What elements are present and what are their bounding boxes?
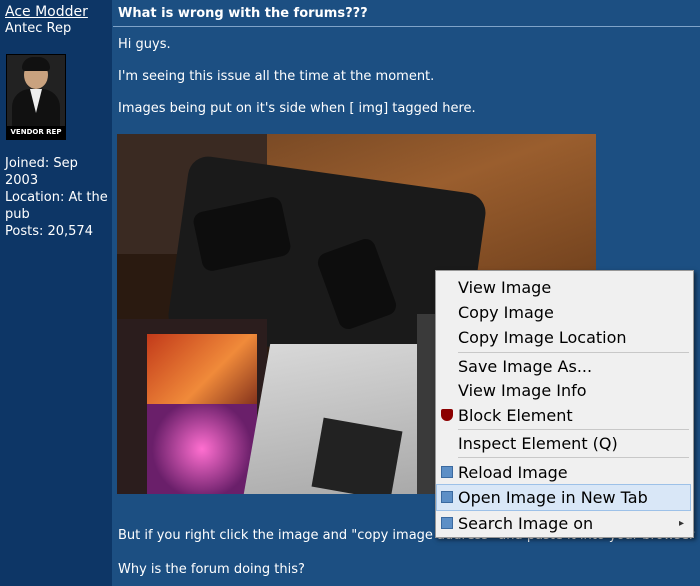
menu-item-view-image[interactable]: View Image	[437, 275, 690, 300]
avatar-hair	[22, 57, 50, 71]
post-title: What is wrong with the forums???	[118, 6, 368, 21]
image-icon	[441, 466, 453, 478]
author-name-link[interactable]: Ace Modder	[5, 4, 88, 20]
menu-item-label: Inspect Element (Q)	[458, 434, 618, 453]
joined-date: Joined: Sep 2003	[5, 156, 78, 188]
author-sidebar: Ace Modder Antec Rep VENDOR REP Joined: …	[0, 0, 112, 586]
author-stats: Joined: Sep 2003 Location: At the pub Po…	[5, 155, 109, 240]
location: Location: At the pub	[5, 190, 108, 222]
post-count: Posts: 20,574	[5, 224, 93, 239]
image-icon	[441, 491, 453, 503]
vendor-rep-badge: VENDOR REP	[7, 126, 65, 139]
post-paragraph: I'm seeing this issue all the time at th…	[118, 69, 435, 84]
menu-item-open-image-new-tab[interactable]: Open Image in New Tab	[436, 484, 691, 511]
post-paragraph: Hi guys.	[118, 37, 171, 52]
menu-item-inspect-element[interactable]: Inspect Element (Q)	[437, 431, 690, 456]
menu-item-reload-image[interactable]: Reload Image	[437, 460, 690, 485]
avatar[interactable]: VENDOR REP	[6, 54, 66, 140]
photo-keyboard	[311, 417, 403, 494]
menu-item-search-image-on[interactable]: Search Image on ▸	[437, 511, 690, 536]
menu-separator	[458, 429, 689, 430]
menu-item-label: Open Image in New Tab	[458, 488, 648, 507]
menu-item-view-image-info[interactable]: View Image Info	[437, 378, 690, 403]
photo-pink-glow	[147, 404, 257, 494]
menu-separator	[458, 352, 689, 353]
menu-item-block-element[interactable]: Block Element	[437, 403, 690, 428]
menu-item-label: Block Element	[458, 406, 573, 425]
menu-item-copy-image-location[interactable]: Copy Image Location	[437, 325, 690, 350]
title-divider	[113, 26, 700, 27]
menu-item-label: Save Image As...	[458, 357, 593, 376]
context-menu: View Image Copy Image Copy Image Locatio…	[435, 270, 694, 538]
menu-item-label: View Image Info	[458, 381, 587, 400]
menu-item-save-image-as[interactable]: Save Image As...	[437, 354, 690, 379]
menu-item-copy-image[interactable]: Copy Image	[437, 300, 690, 325]
author-title: Antec Rep	[5, 21, 72, 36]
menu-item-label: Copy Image	[458, 303, 554, 322]
submenu-arrow-icon: ▸	[678, 518, 684, 529]
post-paragraph: Why is the forum doing this?	[118, 562, 305, 577]
menu-item-label: View Image	[458, 278, 552, 297]
image-icon	[441, 517, 453, 529]
ublock-shield-icon	[441, 409, 453, 421]
menu-separator	[458, 457, 689, 458]
menu-item-label: Search Image on	[458, 514, 594, 533]
post-paragraph: Images being put on it's side when [ img…	[118, 101, 476, 116]
menu-item-label: Copy Image Location	[458, 328, 627, 347]
menu-item-label: Reload Image	[458, 463, 568, 482]
